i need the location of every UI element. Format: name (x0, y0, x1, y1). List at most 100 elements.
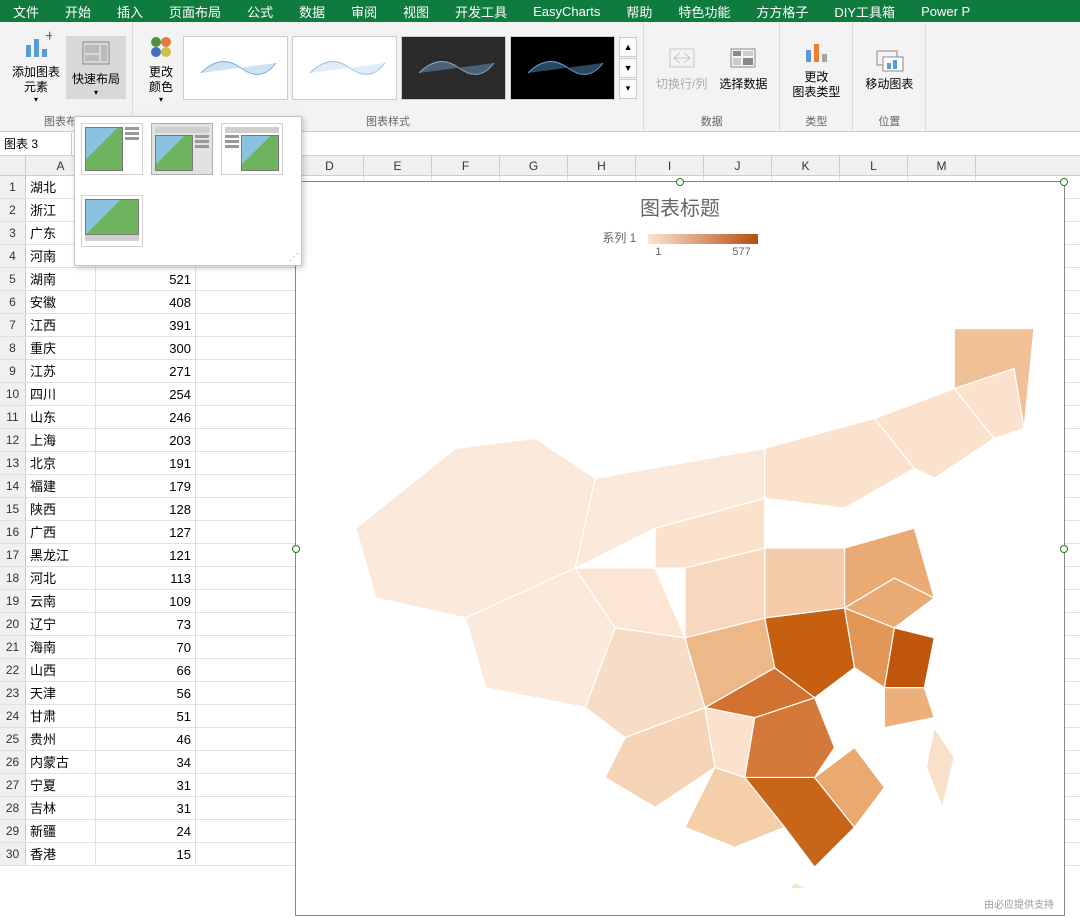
cell[interactable] (196, 590, 296, 612)
cell[interactable] (196, 544, 296, 566)
tab-视图[interactable]: 视图 (390, 0, 442, 22)
cell[interactable]: 安徽 (26, 291, 96, 313)
change-colors-button[interactable]: 更改颜色 ▾ (139, 29, 183, 106)
cell[interactable]: 陕西 (26, 498, 96, 520)
cell[interactable]: 203 (96, 429, 196, 451)
col-header-J[interactable]: J (704, 156, 772, 175)
chart-legend[interactable]: 系列 1 (296, 221, 1064, 246)
cell[interactable]: 179 (96, 475, 196, 497)
cell[interactable] (196, 521, 296, 543)
row-header[interactable]: 1 (0, 176, 26, 198)
cell[interactable]: 贵州 (26, 728, 96, 750)
cell[interactable]: 254 (96, 383, 196, 405)
chart-style-1[interactable] (183, 36, 288, 100)
cell[interactable]: 海南 (26, 636, 96, 658)
tab-数据[interactable]: 数据 (286, 0, 338, 22)
cell[interactable] (196, 636, 296, 658)
cell[interactable] (196, 705, 296, 727)
cell[interactable]: 内蒙古 (26, 751, 96, 773)
cell[interactable]: 109 (96, 590, 196, 612)
cell[interactable]: 江西 (26, 314, 96, 336)
cell[interactable]: 191 (96, 452, 196, 474)
cell[interactable]: 黑龙江 (26, 544, 96, 566)
tab-方方格子[interactable]: 方方格子 (743, 0, 821, 22)
cell[interactable]: 271 (96, 360, 196, 382)
row-header[interactable]: 2 (0, 199, 26, 221)
tab-EasyCharts[interactable]: EasyCharts (520, 0, 613, 22)
row-header[interactable]: 17 (0, 544, 26, 566)
layout-option-4[interactable] (81, 195, 143, 247)
cell[interactable]: 山西 (26, 659, 96, 681)
tab-文件[interactable]: 文件 (0, 0, 52, 22)
move-chart-button[interactable]: 移动图表 (859, 41, 919, 93)
col-header-G[interactable]: G (500, 156, 568, 175)
row-header[interactable]: 18 (0, 567, 26, 589)
cell[interactable]: 甘肃 (26, 705, 96, 727)
cell[interactable] (196, 268, 296, 290)
row-header[interactable]: 12 (0, 429, 26, 451)
row-header[interactable]: 14 (0, 475, 26, 497)
chart-handle[interactable] (1060, 178, 1068, 186)
chart-style-3[interactable] (401, 36, 506, 100)
row-header[interactable]: 23 (0, 682, 26, 704)
row-header[interactable]: 20 (0, 613, 26, 635)
row-header[interactable]: 26 (0, 751, 26, 773)
cell[interactable]: 31 (96, 797, 196, 819)
cell[interactable] (196, 659, 296, 681)
col-header-K[interactable]: K (772, 156, 840, 175)
cell[interactable]: 辽宁 (26, 613, 96, 635)
cell[interactable]: 128 (96, 498, 196, 520)
embedded-chart[interactable]: 图表标题 系列 1 1 577 (295, 181, 1065, 916)
cell[interactable] (196, 843, 296, 865)
tab-页面布局[interactable]: 页面布局 (156, 0, 234, 22)
tab-DIY工具箱[interactable]: DIY工具箱 (821, 0, 908, 22)
select-data-button[interactable]: 选择数据 (713, 41, 773, 93)
cell[interactable] (196, 774, 296, 796)
cell[interactable]: 24 (96, 820, 196, 842)
chart-handle[interactable] (676, 178, 684, 186)
row-header[interactable]: 28 (0, 797, 26, 819)
cell[interactable]: 香港 (26, 843, 96, 865)
cell[interactable]: 湖南 (26, 268, 96, 290)
cell[interactable] (196, 751, 296, 773)
row-header[interactable]: 7 (0, 314, 26, 336)
tab-Power P[interactable]: Power P (908, 0, 983, 22)
cell[interactable] (196, 682, 296, 704)
cell[interactable] (196, 613, 296, 635)
gallery-down-button[interactable]: ▼ (619, 58, 637, 78)
row-header[interactable]: 21 (0, 636, 26, 658)
row-header[interactable]: 16 (0, 521, 26, 543)
cell[interactable] (196, 383, 296, 405)
cell[interactable]: 300 (96, 337, 196, 359)
row-header[interactable]: 24 (0, 705, 26, 727)
cell[interactable] (196, 360, 296, 382)
layout-option-3[interactable] (221, 123, 283, 175)
tab-开始[interactable]: 开始 (52, 0, 104, 22)
col-header-D[interactable]: D (296, 156, 364, 175)
cell[interactable]: 73 (96, 613, 196, 635)
tab-帮助[interactable]: 帮助 (613, 0, 665, 22)
cell[interactable]: 70 (96, 636, 196, 658)
map-plot-area[interactable] (316, 268, 1044, 888)
cell[interactable]: 246 (96, 406, 196, 428)
cell[interactable]: 云南 (26, 590, 96, 612)
row-header[interactable]: 13 (0, 452, 26, 474)
cell[interactable]: 34 (96, 751, 196, 773)
col-header-M[interactable]: M (908, 156, 976, 175)
col-header-L[interactable]: L (840, 156, 908, 175)
cell[interactable]: 天津 (26, 682, 96, 704)
row-header[interactable]: 8 (0, 337, 26, 359)
cell[interactable]: 113 (96, 567, 196, 589)
tab-审阅[interactable]: 审阅 (338, 0, 390, 22)
row-header[interactable]: 19 (0, 590, 26, 612)
row-header[interactable]: 6 (0, 291, 26, 313)
cell[interactable]: 31 (96, 774, 196, 796)
col-header-H[interactable]: H (568, 156, 636, 175)
cell[interactable]: 北京 (26, 452, 96, 474)
layout-option-2[interactable] (151, 123, 213, 175)
cell[interactable] (196, 337, 296, 359)
row-header[interactable]: 4 (0, 245, 26, 267)
row-header[interactable]: 10 (0, 383, 26, 405)
chart-handle[interactable] (292, 545, 300, 553)
cell[interactable]: 391 (96, 314, 196, 336)
